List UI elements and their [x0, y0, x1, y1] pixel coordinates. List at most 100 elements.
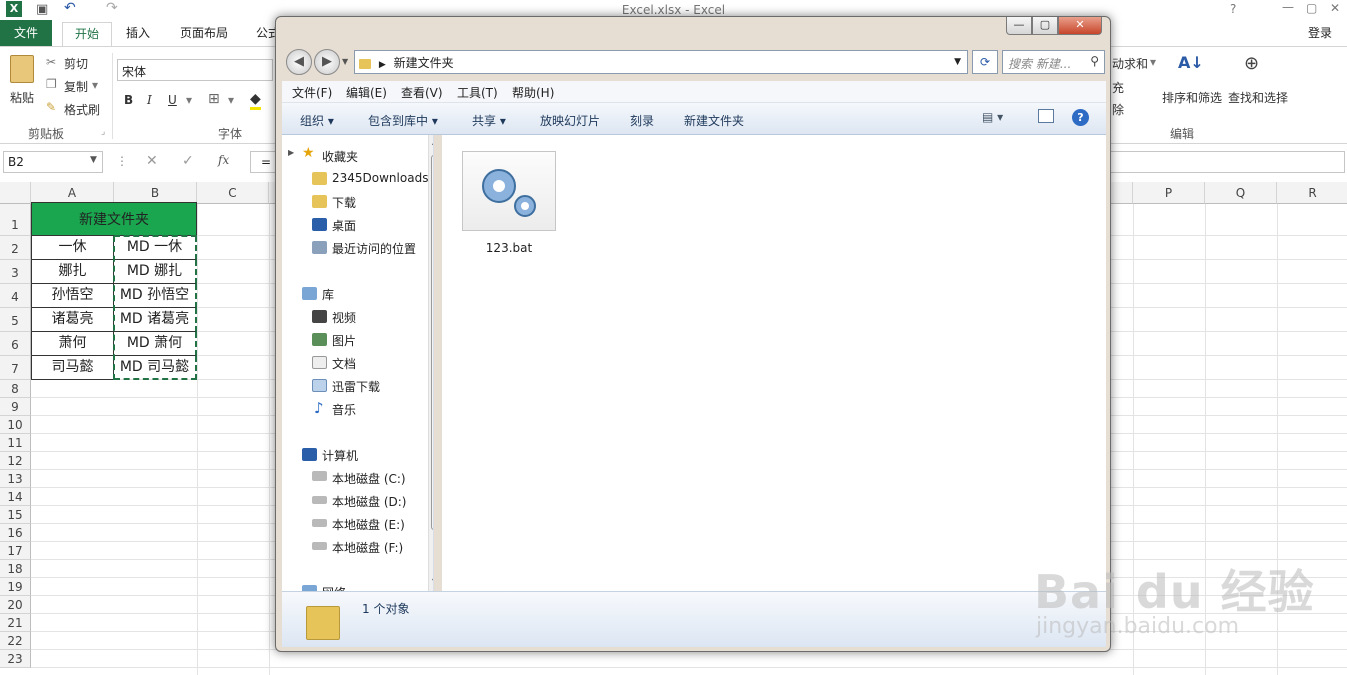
maximize-button[interactable]: ▢: [1032, 17, 1058, 35]
nav-recent-places[interactable]: 最近访问的位置: [332, 240, 416, 257]
row-header[interactable]: 16: [0, 524, 31, 542]
cell-b[interactable]: MD 萧何: [114, 332, 197, 356]
bold-button[interactable]: B: [124, 93, 133, 107]
column-header-b[interactable]: B: [114, 182, 197, 204]
menu-edit[interactable]: 编辑(E): [346, 84, 387, 101]
cell-b[interactable]: MD 司马懿: [114, 356, 197, 380]
preview-pane-icon[interactable]: [1038, 109, 1054, 123]
tab-home[interactable]: 开始: [62, 22, 113, 46]
row-header[interactable]: 11: [0, 434, 31, 452]
nav-videos[interactable]: 视频: [332, 309, 356, 326]
select-all-corner[interactable]: [0, 182, 31, 204]
underline-dropdown-icon[interactable]: ▾: [186, 93, 192, 107]
row-header[interactable]: 5: [0, 308, 31, 332]
row-header[interactable]: 4: [0, 284, 31, 308]
organize-button[interactable]: 组织 ▾: [300, 112, 334, 129]
row-header[interactable]: 3: [0, 260, 31, 284]
row-header[interactable]: 8: [0, 380, 31, 398]
autosum-button[interactable]: 动求和: [1112, 55, 1148, 72]
cell-a1-header[interactable]: 新建文件夹: [31, 202, 197, 236]
nav-drive-f[interactable]: 本地磁盘 (F:): [332, 539, 403, 556]
close-icon[interactable]: ✕: [1330, 1, 1340, 15]
cell-b[interactable]: MD 诸葛亮: [114, 308, 197, 332]
nav-favorites[interactable]: 收藏夹: [322, 148, 358, 165]
close-button[interactable]: ✕: [1058, 17, 1102, 35]
row-header[interactable]: 6: [0, 332, 31, 356]
column-header-c[interactable]: C: [197, 182, 269, 204]
name-box[interactable]: B2: [3, 151, 103, 173]
column-header-a[interactable]: A: [31, 182, 114, 204]
nav-downloads[interactable]: 下载: [332, 194, 356, 211]
nav-pictures[interactable]: 图片: [332, 332, 356, 349]
search-input[interactable]: 搜索 新建... ⚲: [1002, 50, 1105, 74]
file-name[interactable]: 123.bat: [462, 241, 556, 255]
row-header[interactable]: 18: [0, 560, 31, 578]
refresh-button[interactable]: ⟳: [972, 50, 998, 74]
row-header[interactable]: 22: [0, 632, 31, 650]
cell-b[interactable]: MD 孙悟空: [114, 284, 197, 308]
nav-downloads-2345[interactable]: 2345Downloads: [332, 171, 428, 185]
burn-button[interactable]: 刻录: [630, 112, 654, 129]
address-dropdown-icon[interactable]: ▼: [954, 57, 961, 67]
breadcrumb-arrow-icon[interactable]: ▶: [379, 60, 386, 70]
menu-file[interactable]: 文件(F): [292, 84, 332, 101]
row-header[interactable]: 7: [0, 356, 31, 380]
scroll-up-icon[interactable]: ▲: [432, 137, 433, 146]
share-button[interactable]: 共享 ▾: [472, 112, 506, 129]
search-icon[interactable]: ⚲: [1090, 54, 1099, 68]
cut-button[interactable]: 剪切: [64, 55, 88, 72]
column-header-r[interactable]: R: [1277, 182, 1347, 204]
row-header[interactable]: 23: [0, 650, 31, 668]
scroll-thumb[interactable]: [431, 155, 433, 530]
underline-button[interactable]: U: [168, 93, 177, 107]
cell-b[interactable]: MD 一休: [114, 236, 197, 260]
cell-a[interactable]: 司马懿: [31, 356, 114, 380]
menu-view[interactable]: 查看(V): [401, 84, 443, 101]
restore-icon[interactable]: ▢: [1306, 1, 1317, 15]
nav-drive-e[interactable]: 本地磁盘 (E:): [332, 516, 405, 533]
fill-color-icon[interactable]: ◆: [250, 91, 261, 110]
cell-a[interactable]: 诸葛亮: [31, 308, 114, 332]
cell-a[interactable]: 孙悟空: [31, 284, 114, 308]
nav-thunder-downloads[interactable]: 迅雷下载: [332, 378, 380, 395]
font-name-box[interactable]: 宋体: [117, 59, 273, 81]
row-header[interactable]: 12: [0, 452, 31, 470]
new-folder-button[interactable]: 新建文件夹: [684, 112, 744, 129]
row-header[interactable]: 17: [0, 542, 31, 560]
minimize-button[interactable]: —: [1006, 17, 1032, 35]
find-select-button[interactable]: 查找和选择: [1228, 89, 1288, 106]
nav-scrollbar[interactable]: ▲ ▼: [428, 135, 433, 591]
row-header[interactable]: 1: [0, 204, 31, 236]
row-header[interactable]: 10: [0, 416, 31, 434]
nav-documents[interactable]: 文档: [332, 355, 356, 372]
recent-pages-icon[interactable]: ▼: [342, 57, 348, 66]
slideshow-button[interactable]: 放映幻灯片: [540, 112, 600, 129]
row-header[interactable]: 15: [0, 506, 31, 524]
nav-desktop[interactable]: 桌面: [332, 217, 356, 234]
column-header-q[interactable]: Q: [1205, 182, 1277, 204]
cancel-icon[interactable]: ✕: [146, 153, 158, 169]
clear-button[interactable]: 除: [1112, 101, 1124, 118]
forward-button[interactable]: ▶: [314, 49, 340, 75]
autosum-dropdown-icon[interactable]: ▾: [1150, 55, 1156, 69]
nav-network[interactable]: 网络: [322, 584, 346, 591]
column-header-p[interactable]: P: [1133, 182, 1205, 204]
cell-a[interactable]: 一休: [31, 236, 114, 260]
menu-help[interactable]: 帮助(H): [512, 84, 554, 101]
sort-filter-button[interactable]: 排序和筛选: [1162, 89, 1222, 106]
minimize-icon[interactable]: —: [1282, 0, 1294, 14]
nav-library[interactable]: 库: [322, 286, 334, 303]
name-box-dropdown-icon[interactable]: ▼: [90, 155, 97, 165]
tab-file[interactable]: 文件: [0, 20, 52, 46]
cell-b[interactable]: MD 娜扎: [114, 260, 197, 284]
cell-a[interactable]: 娜扎: [31, 260, 114, 284]
file-item[interactable]: [462, 151, 556, 231]
expand-icon[interactable]: ▶: [288, 148, 294, 157]
nav-drive-d[interactable]: 本地磁盘 (D:): [332, 493, 406, 510]
cell-a[interactable]: 萧何: [31, 332, 114, 356]
dialog-launcher-icon[interactable]: ⌟: [101, 127, 105, 137]
paste-button[interactable]: 粘贴: [10, 89, 34, 106]
fx-icon[interactable]: fx: [218, 153, 229, 167]
tab-insert[interactable]: 插入: [114, 22, 162, 46]
include-library-button[interactable]: 包含到库中 ▾: [368, 112, 438, 129]
